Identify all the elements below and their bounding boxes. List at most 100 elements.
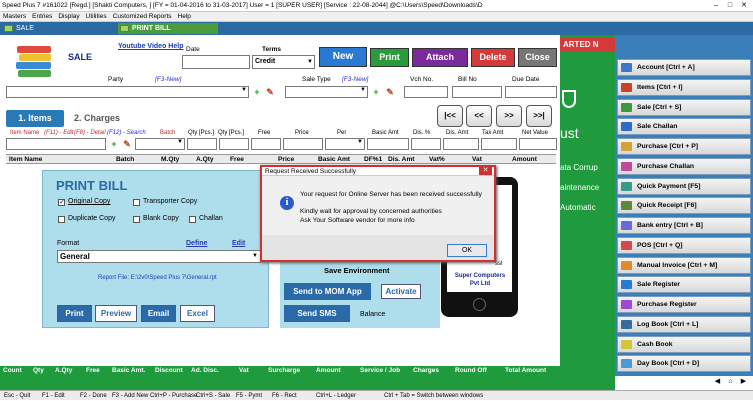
sidebar-item-account[interactable]: Account [Ctrl + A] bbox=[617, 59, 751, 76]
f11-edit-hint: (F11) - Edit bbox=[44, 130, 74, 136]
original-copy-checkbox[interactable]: ✓ bbox=[58, 199, 65, 206]
minimize-icon[interactable]: – bbox=[711, 1, 721, 10]
tab-charges[interactable]: 2. Charges bbox=[74, 113, 120, 123]
youtube-help-link[interactable]: Youtube Video Help bbox=[118, 43, 183, 50]
sidebar-item-purchase[interactable]: Purchase [Ctrl + P] bbox=[617, 138, 751, 155]
last-record-button[interactable]: >>| bbox=[526, 105, 552, 127]
tab-print-bill[interactable]: PRINT BILL bbox=[118, 23, 218, 34]
challan-label: Challan bbox=[199, 215, 223, 222]
sidebar-item-sale-challan[interactable]: Sale Challan bbox=[617, 118, 751, 136]
duplicate-copy-checkbox[interactable] bbox=[58, 216, 65, 223]
phone-company-name: Super Computers Pvt Ltd bbox=[454, 273, 506, 287]
add-item-icon[interactable]: + bbox=[109, 139, 119, 149]
challan-checkbox[interactable] bbox=[189, 216, 196, 223]
scroll-left-icon[interactable]: ◀ bbox=[712, 377, 723, 386]
dialog-close-icon[interactable]: ✕ bbox=[479, 167, 492, 175]
send-sms-button[interactable]: Send SMS bbox=[284, 305, 350, 322]
menu-masters[interactable]: Masters bbox=[0, 12, 29, 22]
edit-link[interactable]: Edit bbox=[232, 240, 245, 247]
per-select[interactable]: ▼ bbox=[325, 138, 365, 150]
print-button[interactable]: Print bbox=[370, 48, 409, 67]
sidebar-item-day-book[interactable]: Day Book [Ctrl + D] bbox=[617, 355, 751, 373]
add-party-icon[interactable]: + bbox=[252, 87, 262, 97]
basic-amt-input[interactable] bbox=[367, 138, 409, 150]
send-to-mom-button[interactable]: Send to MOM App bbox=[284, 283, 371, 300]
sidebar-item-quick-receipt[interactable]: Quick Receipt [F6] bbox=[617, 197, 751, 215]
blank-copy-label: Blank Copy bbox=[143, 215, 179, 222]
pb-email-button[interactable]: Email bbox=[141, 305, 176, 322]
sidebar-item-log-book[interactable]: Log Book [Ctrl + L] bbox=[617, 315, 751, 333]
dis-amt-input[interactable] bbox=[443, 138, 479, 150]
promo-banner: ARTED N bbox=[560, 38, 615, 52]
close-button[interactable]: Close bbox=[518, 48, 557, 67]
first-record-button[interactable]: |<< bbox=[437, 105, 463, 127]
tax-amt-input[interactable] bbox=[481, 138, 517, 150]
batch-select[interactable]: ▼ bbox=[135, 138, 185, 150]
date-field[interactable] bbox=[182, 55, 250, 69]
delete-button[interactable]: Delete bbox=[471, 48, 515, 67]
sidebar-item-purchase-register[interactable]: Purchase Register bbox=[617, 296, 751, 313]
next-record-button[interactable]: >> bbox=[496, 105, 522, 127]
bill-no-field[interactable] bbox=[452, 86, 502, 98]
sidebar-item-sale-register[interactable]: Sale Register bbox=[617, 276, 751, 294]
maximize-icon[interactable]: □ bbox=[725, 1, 735, 10]
dis-pct-input[interactable] bbox=[411, 138, 441, 150]
menu-entries[interactable]: Entries bbox=[29, 12, 55, 22]
sidebar-item-label: Cash Book bbox=[637, 340, 673, 348]
terms-select[interactable]: Credit ▼ bbox=[252, 55, 315, 69]
qty-input[interactable] bbox=[187, 138, 217, 150]
vch-no-field[interactable] bbox=[404, 86, 448, 98]
edit-party-icon[interactable]: ✎ bbox=[265, 87, 275, 97]
edit-sale-type-icon[interactable]: ✎ bbox=[385, 87, 395, 97]
dialog-ok-button[interactable]: OK bbox=[447, 244, 487, 257]
add-sale-type-icon[interactable]: + bbox=[371, 87, 381, 97]
define-link[interactable]: Define bbox=[186, 240, 207, 247]
new-button[interactable]: New bbox=[319, 47, 367, 67]
sidebar-item-label: Quick Receipt [F6] bbox=[637, 202, 697, 210]
menu-customized-reports[interactable]: Customized Reports bbox=[110, 12, 175, 22]
pb-print-button[interactable]: Print bbox=[57, 305, 92, 322]
item-name-input[interactable] bbox=[6, 138, 106, 150]
menu-display[interactable]: Display bbox=[55, 12, 82, 22]
pb-preview-button[interactable]: Preview bbox=[95, 305, 137, 322]
menu-help[interactable]: Help bbox=[175, 12, 194, 22]
sale-type-select[interactable]: ▼ bbox=[285, 86, 368, 98]
menu-utilities[interactable]: Utilities bbox=[83, 12, 110, 22]
sidebar-item-sale[interactable]: Sale [Ctrl + S] bbox=[617, 98, 751, 116]
sidebar-item-icon bbox=[621, 181, 632, 191]
blank-copy-checkbox[interactable] bbox=[133, 216, 140, 223]
due-date-field[interactable] bbox=[505, 86, 557, 98]
close-window-icon[interactable]: ✕ bbox=[739, 1, 749, 10]
qty2-input[interactable] bbox=[219, 138, 249, 150]
attach-button[interactable]: Attach bbox=[412, 48, 468, 67]
scroll-right-icon[interactable]: ▶ bbox=[738, 377, 749, 386]
net-value-input[interactable] bbox=[519, 138, 557, 150]
items-grid-header: Item Name Batch M.Qty A.Qty Free Price B… bbox=[6, 154, 556, 164]
sidebar-item-icon bbox=[621, 63, 632, 72]
sidebar-item-manual-invoice[interactable]: Manual Invoice [Ctrl + M] bbox=[617, 256, 751, 274]
sale-type-f3-new[interactable]: [F3-New] bbox=[342, 76, 368, 83]
sidebar-item-bank-entry[interactable]: Bank entry [Ctrl + B] bbox=[617, 217, 751, 234]
party-f3-new[interactable]: [F3-New] bbox=[155, 76, 181, 83]
sidebar-item-quick-payment[interactable]: Quick Payment [F5] bbox=[617, 177, 751, 195]
tab-sale[interactable]: SALE bbox=[2, 23, 112, 34]
party-select[interactable]: ▼ bbox=[6, 86, 249, 98]
price-input[interactable] bbox=[283, 138, 323, 150]
sidebar-item-pos[interactable]: POS [Ctrl + Q] bbox=[617, 236, 751, 254]
pb-excel-button[interactable]: Excel bbox=[180, 305, 215, 322]
edit-item-icon[interactable]: ✎ bbox=[122, 139, 132, 149]
prev-record-button[interactable]: << bbox=[466, 105, 492, 127]
tab-icon bbox=[120, 25, 129, 32]
sidebar-item-purchase-challan[interactable]: Purchase Challan bbox=[617, 157, 751, 175]
free-input[interactable] bbox=[251, 138, 281, 150]
tab-items[interactable]: 1. Items bbox=[6, 110, 64, 127]
sidebar-item-label: Quick Payment [F5] bbox=[637, 182, 701, 190]
transporter-copy-checkbox[interactable] bbox=[133, 199, 140, 206]
sidebar-item-cash-book[interactable]: Cash Book bbox=[617, 335, 751, 353]
sidebar-item-items[interactable]: Items [Ctrl + I] bbox=[617, 78, 751, 96]
format-select[interactable]: General ▼ bbox=[57, 250, 261, 263]
sidebar-item-icon bbox=[621, 201, 632, 211]
menu-bar: Masters Entries Display Utilities Customized… bbox=[0, 12, 753, 22]
home-icon[interactable]: ⌂ bbox=[725, 377, 736, 386]
activate-button[interactable]: Activate bbox=[381, 284, 421, 299]
